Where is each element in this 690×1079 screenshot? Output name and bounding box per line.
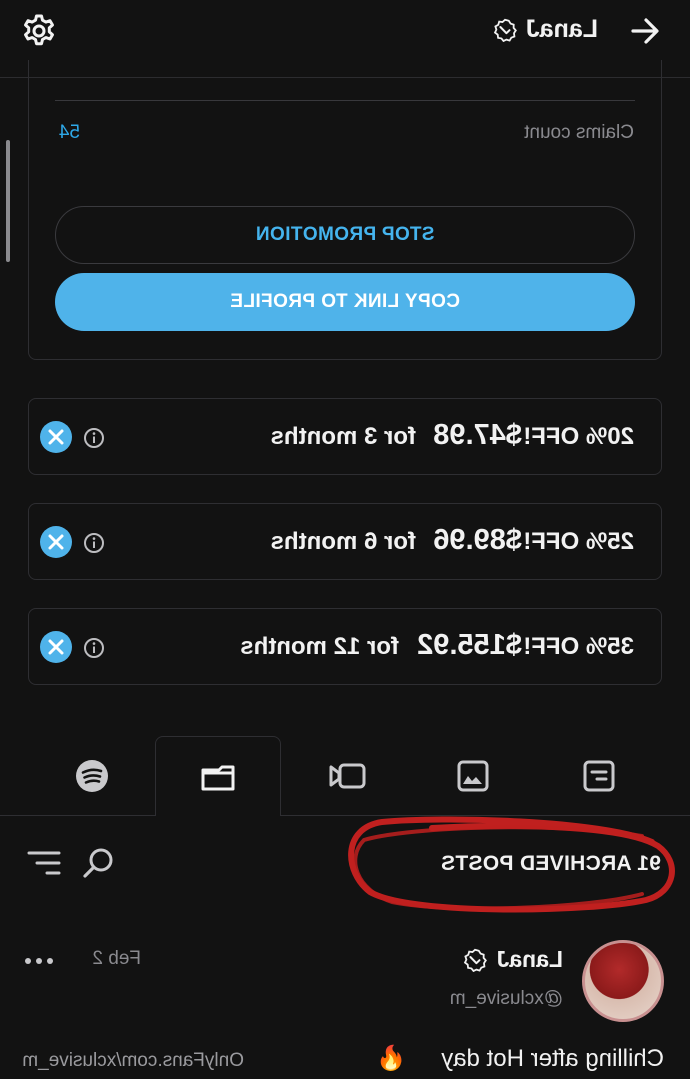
offer-price: $89.96 <box>433 524 522 556</box>
info-icon[interactable] <box>83 637 105 659</box>
offer-period: for 12 months <box>240 633 399 660</box>
copy-link-button[interactable]: COPY LINK TO PROFILE <box>55 273 635 331</box>
offer-row: 25% OFF! $89.96 for 6 months <box>28 503 662 580</box>
tab-photos[interactable] <box>410 736 536 816</box>
offer-row: 35% OFF! $155.92 for 12 months <box>28 608 662 685</box>
info-icon[interactable] <box>83 427 105 449</box>
remove-offer-icon[interactable] <box>39 630 73 664</box>
tab-archive[interactable] <box>155 736 281 816</box>
content-tabs <box>0 736 690 816</box>
folder-icon <box>201 765 235 790</box>
verified-badge-icon <box>493 18 517 42</box>
post-author-name[interactable]: LanaJ <box>497 946 563 973</box>
divider <box>55 100 635 101</box>
scrollbar[interactable] <box>6 140 10 262</box>
verified-badge-icon <box>463 948 487 972</box>
offer-percent: 20% OFF! <box>523 423 634 450</box>
offer-percent: 25% OFF! <box>523 528 634 555</box>
stop-promotion-button[interactable]: STOP PROMOTION <box>55 206 635 264</box>
offer-period: for 3 months <box>270 423 416 450</box>
search-icon[interactable] <box>80 845 116 881</box>
offer-row: 20% OFF! $47.98 for 3 months <box>28 398 662 475</box>
post-text: Chilling after Hot day <box>441 1045 664 1072</box>
video-icon <box>329 763 366 789</box>
filter-icon[interactable] <box>26 848 62 878</box>
offer-period: for 6 months <box>270 528 416 555</box>
tab-music[interactable] <box>29 736 155 816</box>
info-icon[interactable] <box>83 532 105 554</box>
fire-emoji: 🔥 <box>376 1045 406 1072</box>
post-icon <box>583 760 615 792</box>
gear-icon[interactable] <box>20 12 58 50</box>
more-options-icon[interactable] <box>24 956 54 966</box>
remove-offer-icon[interactable] <box>39 420 73 454</box>
claims-count-value: 54 <box>58 122 80 143</box>
post-date: Feb 2 <box>92 948 141 969</box>
avatar[interactable] <box>582 940 664 1022</box>
claims-count-label: Claims count <box>524 122 634 143</box>
mirrored-screen: LanaJ Claims count 54 STOP PROMOTION COP… <box>0 0 690 1079</box>
image-icon <box>457 760 489 792</box>
offer-price: $155.92 <box>417 629 522 661</box>
watermark-text: OnlyFans.com/xclusive_m <box>22 1050 244 1071</box>
tab-videos[interactable] <box>284 736 410 816</box>
red-annotation-circle <box>348 816 675 913</box>
offer-percent: 35% OFF! <box>523 633 634 660</box>
arrow-left-icon[interactable] <box>626 12 664 50</box>
profile-name: LanaJ <box>525 15 598 43</box>
spotify-icon <box>76 760 108 792</box>
tab-posts[interactable] <box>536 736 662 816</box>
post-author-handle[interactable]: @xclusive_m <box>450 988 563 1010</box>
offer-price: $47.98 <box>433 419 522 451</box>
remove-offer-icon[interactable] <box>39 525 73 559</box>
